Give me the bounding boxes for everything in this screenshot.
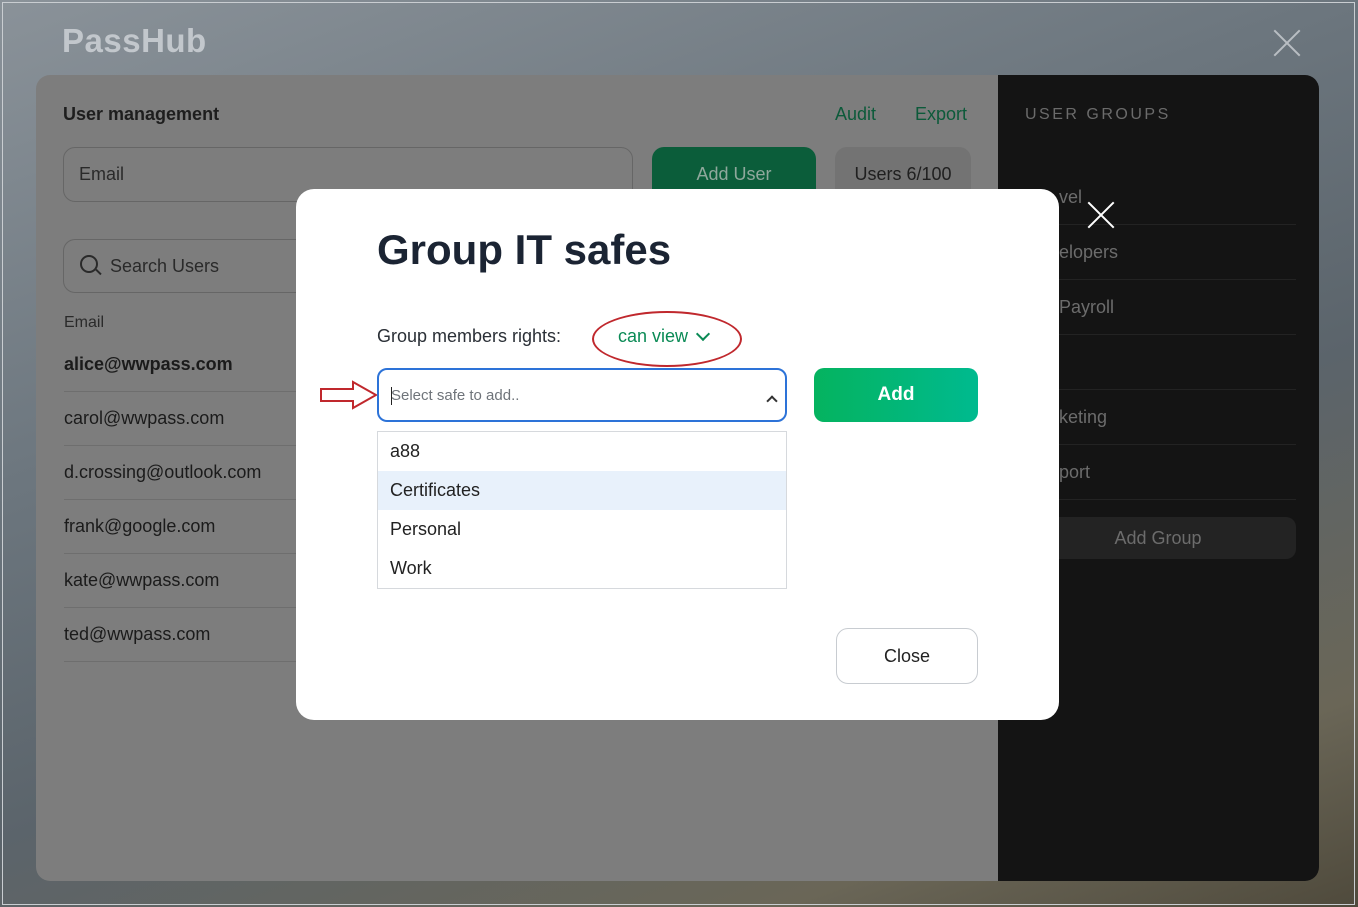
audit-link[interactable]: Audit — [835, 104, 876, 125]
email-column-header: Email — [64, 314, 105, 331]
dialog-close-icon[interactable] — [1086, 200, 1116, 230]
safe-option[interactable]: Personal — [378, 510, 786, 549]
user-row[interactable]: frank@google.com — [64, 499, 298, 554]
annotation-arrow-icon — [320, 380, 378, 410]
safe-option[interactable]: Work — [378, 549, 786, 588]
user-row[interactable]: d.crossing@outlook.com — [64, 445, 298, 500]
add-group-button[interactable]: Add Group — [1020, 517, 1296, 559]
safe-select-input[interactable]: Select safe to add.. — [377, 368, 787, 422]
group-item[interactable] — [1059, 335, 1296, 390]
search-placeholder: Search Users — [110, 256, 220, 276]
rights-label: Group members rights: — [377, 326, 562, 346]
safe-option-highlighted[interactable]: Certificates — [378, 471, 786, 510]
close-button[interactable]: Close — [836, 628, 978, 684]
user-row[interactable]: kate@wwpass.com — [64, 553, 298, 608]
add-safe-button[interactable]: Add — [814, 368, 978, 422]
text-cursor — [391, 387, 392, 405]
user-groups-title: USER GROUPS — [1025, 106, 1171, 123]
search-users-input[interactable]: Search Users — [63, 239, 323, 293]
export-link[interactable]: Export — [915, 104, 967, 125]
annotation-ellipse — [592, 311, 742, 367]
group-item[interactable]: port — [1059, 445, 1296, 500]
group-item[interactable]: keting — [1059, 390, 1296, 445]
user-row[interactable]: carol@wwpass.com — [64, 391, 298, 446]
safe-option[interactable]: a88 — [378, 432, 786, 471]
safe-select-placeholder: Select safe to add.. — [391, 387, 520, 404]
user-row[interactable]: alice@wwpass.com — [64, 337, 298, 392]
safe-options-menu: a88 Certificates Personal Work — [377, 431, 787, 589]
search-icon — [80, 255, 98, 273]
close-icon[interactable] — [1272, 28, 1302, 58]
group-item[interactable]: Payroll — [1059, 280, 1296, 335]
dialog-title: Group IT safes — [377, 226, 672, 273]
chevron-up-icon[interactable] — [766, 395, 778, 407]
group-item[interactable]: elopers — [1059, 225, 1296, 280]
passhub-logo: PassHub — [62, 22, 207, 59]
user-row[interactable]: ted@wwpass.com — [64, 607, 298, 662]
user-management-title: User management — [63, 104, 220, 124]
